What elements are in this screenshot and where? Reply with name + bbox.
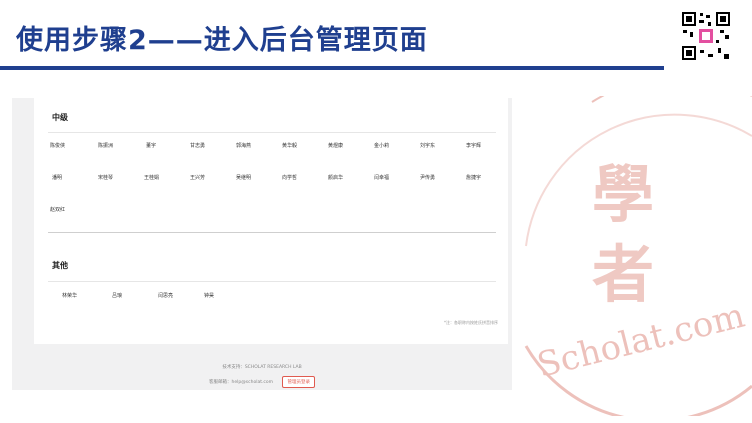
faculty-name-link[interactable]: 甘志勇	[190, 142, 205, 149]
watermark-char: 學	[592, 158, 654, 231]
faculty-name-link[interactable]: 郭海燕	[236, 142, 251, 149]
section-divider	[48, 132, 496, 133]
faculty-name-link[interactable]: 陈俊侠	[50, 142, 65, 149]
section-title-other: 其他	[52, 261, 68, 270]
faculty-list-card: 中级 陈俊侠 陈振洲 董宇 甘志勇 郭海燕 黄华毅 黄煜康 金小莉 刘宇东 李宇…	[34, 98, 508, 344]
faculty-name-link[interactable]: 尹传勇	[420, 174, 435, 181]
faculty-name-link[interactable]: 王桂娟	[144, 174, 159, 181]
faculty-name-link[interactable]: 李宇辉	[466, 142, 481, 149]
watermark-char: 者	[592, 238, 654, 311]
footer-contact: 客服邮箱：help@scholat.com 管理员登录	[12, 376, 512, 388]
faculty-name-link[interactable]: 宋桂琴	[98, 174, 113, 181]
footer-email: 客服邮箱：help@scholat.com	[209, 380, 274, 385]
admin-login-button[interactable]: 管理员登录	[282, 376, 315, 388]
scholat-watermark-logo: 學 者 Scholat.com	[524, 96, 752, 416]
faculty-name-link[interactable]: 王兴芳	[190, 174, 205, 181]
faculty-name-link[interactable]: 潘明	[52, 174, 62, 181]
faculty-name-link[interactable]: 赵双红	[50, 206, 65, 213]
sort-note: *注：各职称内按姓氏拼音排序	[444, 320, 498, 325]
qr-code-icon	[680, 10, 732, 62]
faculty-name-link[interactable]: 闫思亮	[158, 292, 173, 299]
faculty-name-link[interactable]: 金小莉	[374, 142, 389, 149]
faculty-name-link[interactable]: 陈振洲	[98, 142, 113, 149]
faculty-name-link[interactable]: 钟昊	[204, 292, 214, 299]
title-underline	[0, 66, 664, 70]
faculty-name-link[interactable]: 黄煜康	[328, 142, 343, 149]
faculty-name-link[interactable]: 闫幸福	[374, 174, 389, 181]
faculty-name-link[interactable]: 林荣华	[62, 292, 77, 299]
section-title-intermediate: 中级	[52, 113, 68, 122]
faculty-name-link[interactable]: 詹捷宇	[466, 174, 481, 181]
faculty-name-link[interactable]: 黄华毅	[282, 142, 297, 149]
slide-title: 使用步骤2——进入后台管理页面	[16, 25, 428, 56]
footer-support: 技术支持：SCHOLAT RESEARCH LAB	[222, 365, 302, 370]
screenshot-panel: 中级 陈俊侠 陈振洲 董宇 甘志勇 郭海燕 黄华毅 黄煜康 金小莉 刘宇东 李宇…	[12, 98, 512, 390]
faculty-name-link[interactable]: 刘宇东	[420, 142, 435, 149]
section-divider	[48, 281, 496, 282]
section-divider	[48, 232, 496, 233]
faculty-name-link[interactable]: 颜启华	[328, 174, 343, 181]
faculty-name-link[interactable]: 董宇	[146, 142, 156, 149]
faculty-name-link[interactable]: 向学哲	[282, 174, 297, 181]
faculty-name-link[interactable]: 吴继明	[236, 174, 251, 181]
faculty-name-link[interactable]: 吕琅	[112, 292, 122, 299]
